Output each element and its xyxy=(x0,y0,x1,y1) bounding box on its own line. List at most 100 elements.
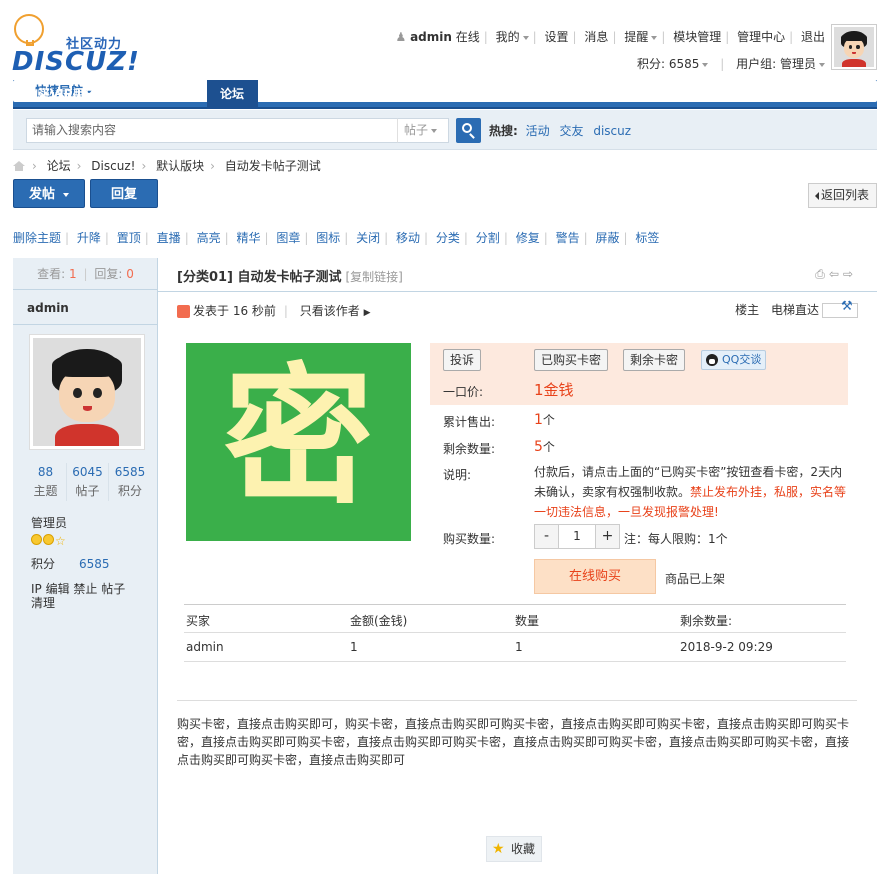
chevron-down-icon xyxy=(63,192,69,197)
breadcrumb-link[interactable]: 默认版块 xyxy=(156,159,204,173)
settings-link[interactable]: 设置 xyxy=(545,30,569,44)
header-avatar[interactable] xyxy=(831,24,877,70)
triangle-right-icon: ▶ xyxy=(363,308,371,318)
mod-icon[interactable]: 图标 xyxy=(316,231,340,245)
hot-search-link[interactable]: 交友 xyxy=(559,124,583,138)
user-icon: ♟ xyxy=(395,30,407,44)
post-meta: 发表于 16 秒前 | 只看该作者 ▶ xyxy=(177,302,371,319)
breadcrumb-link[interactable]: Discuz! xyxy=(91,159,135,173)
mod-block[interactable]: 屏蔽 xyxy=(595,231,619,245)
username-link[interactable]: admin xyxy=(410,30,452,44)
hot-search-link[interactable]: 活动 xyxy=(526,124,550,138)
breadcrumb-current[interactable]: 自动发卡帖子测试 xyxy=(225,159,321,173)
column-header: 买家 xyxy=(186,614,211,628)
notify-menu[interactable]: 提醒 xyxy=(624,30,658,44)
nav-item-vip[interactable]: 购买VIP用户组 xyxy=(13,80,122,109)
breadcrumb-link[interactable]: 论坛 xyxy=(47,159,71,173)
stat-credits-label: 积分 xyxy=(117,484,142,498)
mod-delete[interactable]: 删除主题 xyxy=(13,231,61,245)
usergroup-menu[interactable]: 用户组: 管理员 xyxy=(736,57,825,71)
product-image-char: 密 xyxy=(223,351,374,525)
floor-info: 楼主 电梯直达 xyxy=(735,301,858,318)
credit-value[interactable]: 6585 xyxy=(79,557,110,571)
nav-item-escrow[interactable]: 中介交易 xyxy=(130,80,204,109)
credits-menu[interactable]: 积分: 6585 xyxy=(637,57,709,71)
wrench-icon[interactable]: ⚒ xyxy=(841,299,855,314)
chevron-left-icon xyxy=(814,192,819,200)
author-sidebar: 查看: 1 | 回复: 0 admin 88 主题 6045 帖子 6585 积分 管… xyxy=(13,258,158,874)
search-type-select[interactable]: 帖子 xyxy=(397,118,449,143)
only-author-link[interactable]: 只看该作者 xyxy=(300,304,360,318)
logo-name: DISCUZ! xyxy=(12,47,140,77)
stat-credits-value[interactable]: 6585 xyxy=(109,463,151,481)
search-bar: 请输入搜索内容 帖子 热搜: 活动 交友 discuz xyxy=(13,110,877,150)
star-icon: ☆ xyxy=(55,534,66,548)
quantity-input[interactable]: 1 xyxy=(559,524,595,549)
table-cell: admin xyxy=(186,640,224,654)
mod-highlight[interactable]: 高亮 xyxy=(197,231,221,245)
table-row: admin 1 1 2018-9-2 09:29 xyxy=(184,633,846,662)
logout-link[interactable]: 退出 xyxy=(801,30,825,44)
search-input[interactable]: 请输入搜索内容 xyxy=(26,118,410,143)
floor-label: 楼主 xyxy=(735,303,760,317)
qq-chat-button[interactable]: QQ交谈 xyxy=(701,350,767,370)
online-status[interactable]: 在线 xyxy=(456,30,480,44)
module-admin-link[interactable]: 模块管理 xyxy=(673,30,721,44)
mod-bump[interactable]: 升降 xyxy=(77,231,101,245)
decrease-button[interactable]: - xyxy=(534,524,559,549)
author-avatar[interactable] xyxy=(29,334,145,450)
bought-cards-button[interactable]: 已购买卡密 xyxy=(534,349,609,371)
hot-search-link[interactable]: discuz xyxy=(593,124,631,138)
buy-online-button[interactable]: 在线购买 xyxy=(534,559,656,594)
reply-button[interactable]: 回复 xyxy=(90,179,158,208)
remaining-cards-button[interactable]: 剩余卡密 xyxy=(623,349,686,371)
product-status: 商品已上架 xyxy=(665,572,726,586)
mod-close[interactable]: 关闭 xyxy=(356,231,380,245)
admin-user-tools[interactable]: IP 编辑 禁止 帖子 清理 xyxy=(31,582,141,610)
avatar-image xyxy=(33,338,141,446)
site-logo[interactable]: 社区动力 DISCUZ! xyxy=(12,14,139,77)
hot-search: 热搜: 活动 交友 discuz xyxy=(489,122,637,139)
print-icon[interactable]: ⎙ xyxy=(815,267,829,281)
qq-icon xyxy=(706,354,718,366)
nav-item-forum[interactable]: 论坛 xyxy=(207,80,258,109)
mod-repair[interactable]: 修复 xyxy=(516,231,540,245)
table-cell: 1 xyxy=(515,640,523,654)
increase-button[interactable]: + xyxy=(595,524,620,549)
mod-sticky[interactable]: 置顶 xyxy=(117,231,141,245)
author-name[interactable]: admin xyxy=(27,301,69,315)
mod-warn[interactable]: 警告 xyxy=(556,231,580,245)
user-bar: ♟ admin 在线 | 我的 | 设置 | 消息 | 提醒 | 模块管理 | 管理中心 | … xyxy=(395,30,825,44)
stat-posts-value[interactable]: 6045 xyxy=(67,463,108,481)
return-list-button[interactable]: 返回列表 xyxy=(807,183,877,208)
mod-stamp[interactable]: 图章 xyxy=(276,231,300,245)
home-icon[interactable] xyxy=(13,161,26,172)
table-cell: 1 xyxy=(350,640,358,654)
stat-threads-value[interactable]: 88 xyxy=(25,463,66,481)
elevator-label: 电梯直达 xyxy=(770,303,819,317)
quantity-label: 购买数量: xyxy=(443,532,496,546)
favorite-button[interactable]: ★ 收藏 xyxy=(486,836,542,862)
chevron-down-icon xyxy=(819,62,825,67)
mod-move[interactable]: 移动 xyxy=(396,231,420,245)
my-menu[interactable]: 我的 xyxy=(496,30,529,44)
mod-split[interactable]: 分割 xyxy=(476,231,500,245)
author-group[interactable]: 管理员 xyxy=(31,514,67,531)
replies-count: 0 xyxy=(126,267,134,281)
prev-thread-icon[interactable]: ⇦ xyxy=(829,267,843,281)
report-button[interactable]: 投诉 xyxy=(443,349,482,371)
copy-link[interactable]: [复制链接] xyxy=(346,270,403,284)
desc-label: 说明: xyxy=(443,468,472,482)
new-post-button[interactable]: 发帖 xyxy=(13,179,85,208)
column-header: 数量 xyxy=(515,614,540,628)
search-button[interactable] xyxy=(456,118,481,143)
messages-link[interactable]: 消息 xyxy=(584,30,608,44)
mod-tags[interactable]: 标签 xyxy=(635,231,659,245)
star-icon: ★ xyxy=(492,841,505,857)
mod-live[interactable]: 直播 xyxy=(157,231,181,245)
next-thread-icon[interactable]: ⇨ xyxy=(843,267,857,281)
mod-digest[interactable]: 精华 xyxy=(236,231,260,245)
chevron-down-icon xyxy=(431,128,438,133)
admin-center-link[interactable]: 管理中心 xyxy=(737,30,785,44)
mod-category[interactable]: 分类 xyxy=(436,231,460,245)
